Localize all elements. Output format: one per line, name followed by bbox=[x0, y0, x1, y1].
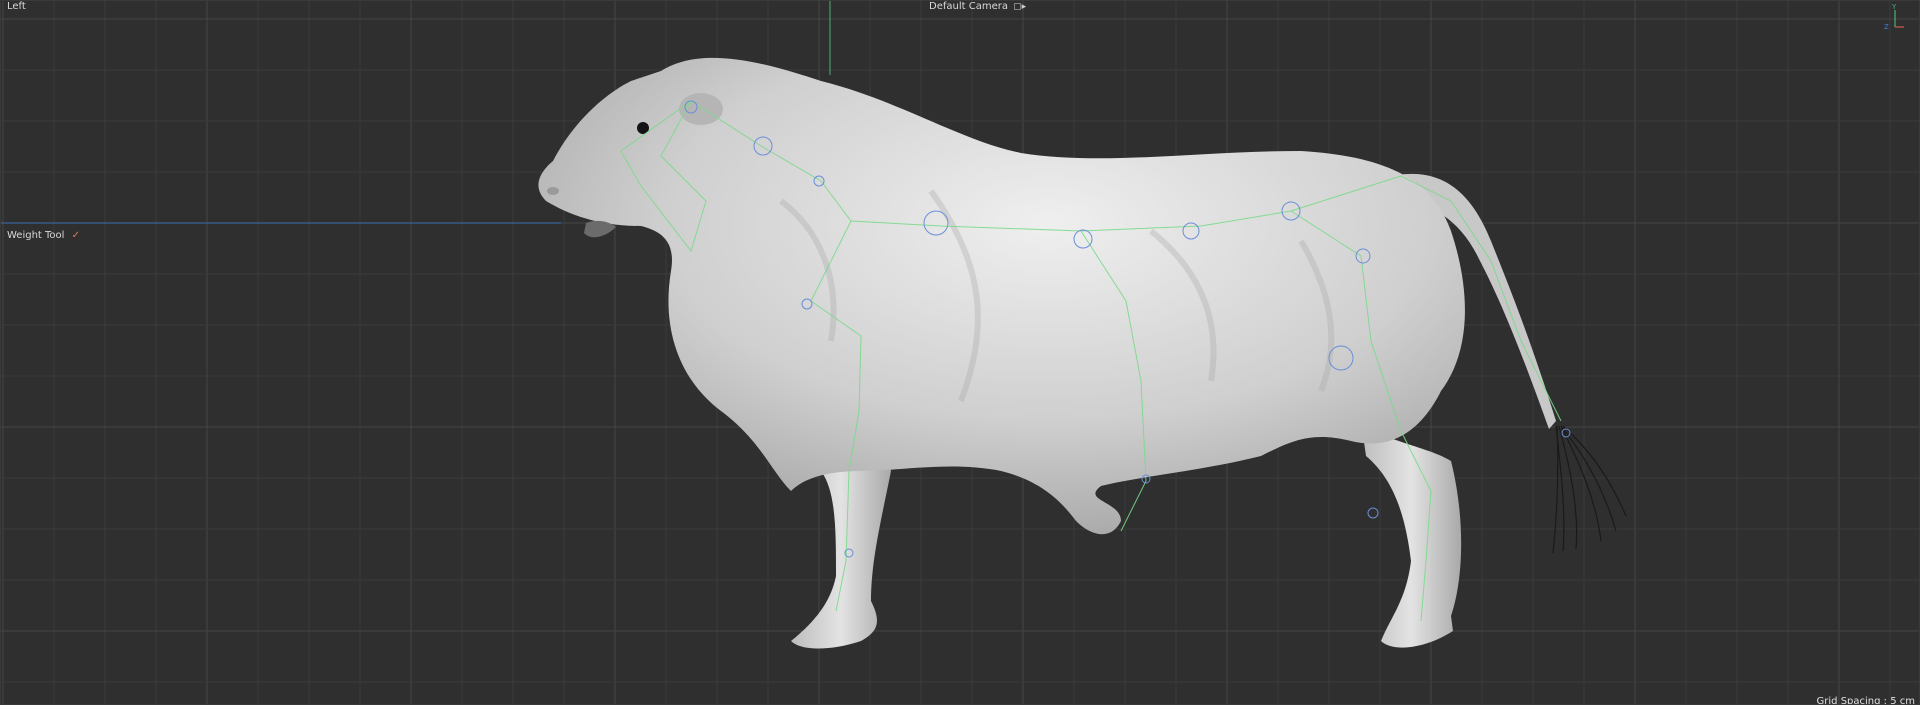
brush-icon: ✓ bbox=[71, 230, 81, 241]
axis-gizmo[interactable]: Y Z bbox=[1881, 3, 1905, 29]
camera-name: Default Camera bbox=[929, 1, 1008, 12]
camera-selector[interactable]: Default Camera ▢▸ bbox=[929, 1, 1026, 13]
bull-nostril bbox=[547, 187, 559, 195]
active-tool-name: Weight Tool bbox=[7, 230, 65, 241]
y-axis-label: Y bbox=[1891, 3, 1897, 11]
3d-viewport[interactable]: Left Default Camera ▢▸ Weight Tool ✓ Gri… bbox=[0, 0, 1920, 705]
bull-hind-leg bbox=[1361, 421, 1462, 648]
camera-icon: ▢▸ bbox=[1013, 2, 1027, 12]
bull-model[interactable] bbox=[1, 1, 1920, 705]
grid-spacing-label: Grid Spacing : 5 cm bbox=[1816, 696, 1915, 705]
bull-tail-hair bbox=[1552, 425, 1627, 554]
view-name-label: Left bbox=[7, 1, 26, 12]
z-axis-label: Z bbox=[1884, 23, 1889, 29]
active-tool-label: Weight Tool ✓ bbox=[7, 230, 80, 242]
